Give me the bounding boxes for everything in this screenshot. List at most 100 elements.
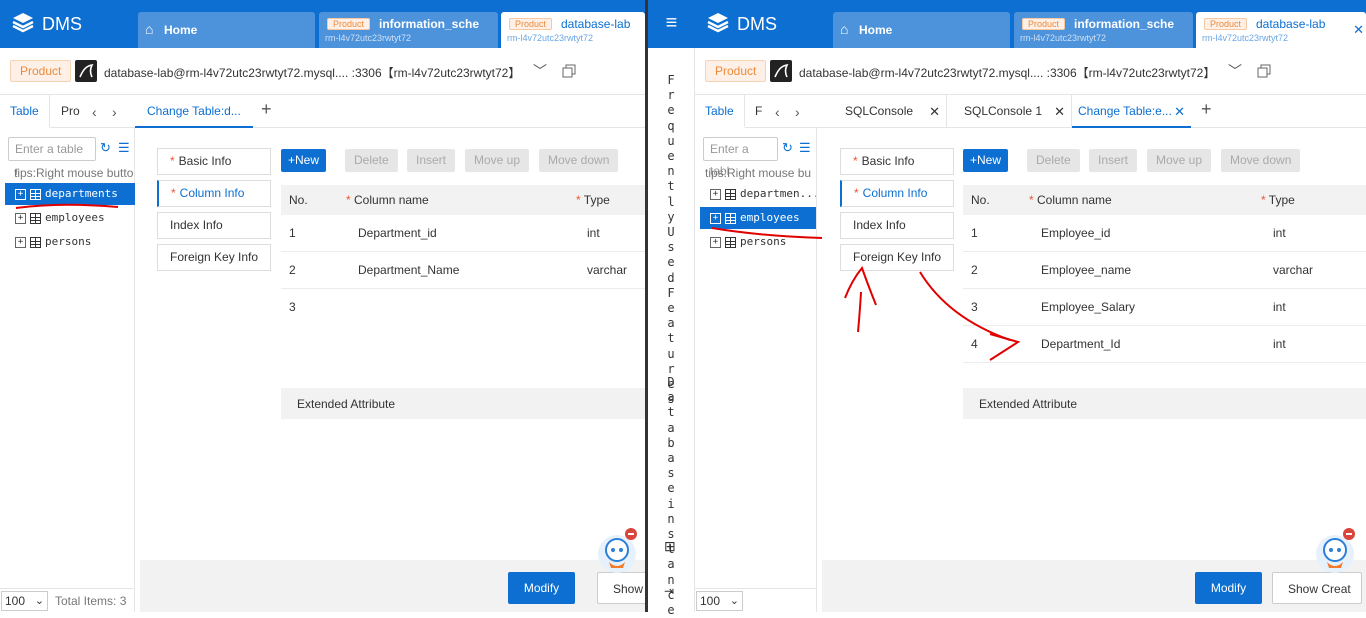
cell-column-name[interactable]: Department_Id bbox=[1041, 337, 1120, 351]
insert-button[interactable]: Insert bbox=[1089, 149, 1138, 172]
tree-node-employees[interactable]: + employees bbox=[5, 207, 135, 229]
chevron-right-icon[interactable]: › bbox=[112, 104, 117, 120]
close-icon[interactable]: ✕ bbox=[929, 95, 940, 128]
cell-type[interactable]: int bbox=[1273, 300, 1286, 314]
tab-information-schema[interactable]: Product information_sche rm-l4v72utc23rw… bbox=[319, 12, 498, 48]
cell-type[interactable]: int bbox=[587, 226, 600, 240]
menu-foreign-key-info[interactable]: Foreign Key Info bbox=[840, 244, 954, 271]
assistant-icon[interactable] bbox=[1313, 528, 1361, 576]
tree-node-departments[interactable]: + departmen... bbox=[700, 183, 816, 205]
add-icon[interactable]: + bbox=[261, 99, 272, 120]
tab-change-table[interactable]: Change Table:e... ✕ bbox=[1072, 95, 1191, 128]
menu-column-info[interactable]: * Column Info bbox=[157, 180, 271, 207]
move-down-button[interactable]: Move down bbox=[1221, 149, 1301, 172]
menu-icon[interactable]: ≡ bbox=[648, 0, 695, 48]
expand-icon[interactable]: + bbox=[710, 236, 721, 248]
chevron-right-icon[interactable]: › bbox=[795, 104, 800, 120]
menu-column-info[interactable]: * Column Info bbox=[840, 180, 954, 207]
insert-button[interactable]: Insert bbox=[407, 149, 456, 172]
tab-home[interactable]: ⌂ Home bbox=[138, 12, 315, 48]
chevron-left-icon[interactable]: ‹ bbox=[775, 104, 780, 120]
grid-icon[interactable]: ⊞ bbox=[664, 539, 678, 553]
expand-icon[interactable]: + bbox=[15, 188, 26, 200]
menu-foreign-key-info[interactable]: Foreign Key Info bbox=[157, 244, 271, 271]
instance-connection[interactable]: database-lab@rm-l4v72utc23rwtyt72.mysql.… bbox=[104, 64, 520, 81]
cell-type[interactable]: int bbox=[1273, 226, 1286, 240]
close-icon[interactable]: ✕ bbox=[1054, 95, 1065, 128]
tab-home[interactable]: ⌂ Home bbox=[833, 12, 1010, 48]
page-size-select[interactable]: 100 ⌄ bbox=[1, 591, 48, 611]
close-icon[interactable]: ✕ bbox=[1353, 22, 1364, 38]
tab-information-schema[interactable]: Product information_sche rm-l4v72utc23rw… bbox=[1014, 12, 1193, 48]
assistant-icon[interactable] bbox=[595, 528, 643, 576]
cell-type[interactable]: varchar bbox=[587, 263, 627, 277]
refresh-icon[interactable]: ↻ bbox=[100, 140, 111, 156]
show-create-button[interactable]: Show bbox=[597, 572, 645, 604]
menu-basic-info[interactable]: * Basic Info bbox=[840, 148, 954, 175]
collapse-icon[interactable]: ⇥ bbox=[664, 584, 674, 598]
cell-column-name[interactable]: Department_Name bbox=[358, 263, 459, 277]
table-search-input[interactable]: Enter a table r bbox=[8, 137, 96, 178]
expand-icon[interactable]: + bbox=[710, 212, 721, 224]
table-row[interactable]: 1 Employee_id int bbox=[963, 215, 1366, 252]
database-instance[interactable]: Database instance bbox=[664, 375, 678, 618]
tab-sqlconsole[interactable]: SQLConsole ✕ bbox=[822, 95, 947, 128]
tree-node-employees[interactable]: + employees bbox=[700, 207, 816, 229]
tree-node-departments[interactable]: + departments bbox=[5, 183, 135, 205]
menu-basic-info[interactable]: * Basic Info bbox=[157, 148, 271, 175]
menu-index-info[interactable]: Index Info bbox=[840, 212, 954, 239]
move-up-button[interactable]: Move up bbox=[465, 149, 530, 172]
dms-logo[interactable]: DMS bbox=[705, 11, 777, 37]
tab-change-table[interactable]: Change Table:d... bbox=[135, 95, 253, 128]
chevron-down-icon[interactable]: ﹀ bbox=[533, 61, 547, 81]
tab-table[interactable]: Table bbox=[695, 95, 745, 128]
tree-node-persons[interactable]: + persons bbox=[5, 231, 135, 253]
add-icon[interactable]: + bbox=[1201, 99, 1212, 120]
copy-icon[interactable] bbox=[1257, 64, 1271, 78]
page-size-select[interactable]: 100 ⌄ bbox=[696, 591, 743, 611]
tab-table[interactable]: Table bbox=[0, 95, 50, 128]
menu-index-info[interactable]: Index Info bbox=[157, 212, 271, 239]
show-create-button[interactable]: Show Creat bbox=[1272, 572, 1362, 604]
modify-button[interactable]: Modify bbox=[508, 572, 575, 604]
cell-type[interactable]: int bbox=[1273, 337, 1286, 351]
move-down-button[interactable]: Move down bbox=[539, 149, 619, 172]
table-row[interactable]: 4 Department_Id int bbox=[963, 326, 1366, 363]
tab-database-lab[interactable]: Product database-lab rm-l4v72utc23rwtyt7… bbox=[501, 12, 645, 48]
frequently-used-features[interactable]: Frequently Used Features bbox=[664, 73, 678, 407]
cell-column-name[interactable]: Employee_id bbox=[1041, 226, 1110, 240]
delete-button[interactable]: Delete bbox=[1027, 149, 1080, 172]
table-row[interactable]: 3 bbox=[281, 289, 645, 326]
extended-attribute-section[interactable]: Extended Attribute bbox=[281, 388, 645, 419]
chevron-left-icon[interactable]: ‹ bbox=[92, 104, 97, 120]
tree-node-persons[interactable]: + persons bbox=[700, 231, 816, 253]
table-row[interactable]: 3 Employee_Salary int bbox=[963, 289, 1366, 326]
move-up-button[interactable]: Move up bbox=[1147, 149, 1212, 172]
cell-column-name[interactable]: Employee_name bbox=[1041, 263, 1131, 277]
dms-logo[interactable]: DMS bbox=[10, 11, 82, 37]
cell-column-name[interactable]: Employee_Salary bbox=[1041, 300, 1135, 314]
close-icon[interactable]: ✕ bbox=[1174, 95, 1185, 126]
expand-icon[interactable]: + bbox=[15, 212, 26, 224]
tab-database-lab[interactable]: Product database-lab rm-l4v72utc23rwtyt7… bbox=[1196, 12, 1366, 48]
expand-icon[interactable]: + bbox=[15, 236, 26, 248]
chevron-down-icon[interactable]: ﹀ bbox=[1228, 61, 1242, 81]
instance-connection[interactable]: database-lab@rm-l4v72utc23rwtyt72.mysql.… bbox=[799, 64, 1215, 81]
extended-attribute-section[interactable]: Extended Attribute bbox=[963, 388, 1366, 419]
table-row[interactable]: 2 Department_Name varchar bbox=[281, 252, 645, 289]
cell-column-name[interactable]: Department_id bbox=[358, 226, 437, 240]
refresh-icon[interactable]: ↻ bbox=[782, 140, 793, 156]
new-button[interactable]: +New bbox=[281, 149, 327, 172]
copy-icon[interactable] bbox=[562, 64, 576, 78]
tab-features[interactable]: F bbox=[745, 95, 772, 128]
delete-button[interactable]: Delete bbox=[345, 149, 398, 172]
tab-programmability[interactable]: Pro bbox=[51, 95, 90, 128]
new-button[interactable]: +New bbox=[963, 149, 1009, 172]
table-row[interactable]: 1 Department_id int bbox=[281, 215, 645, 252]
cell-type[interactable]: varchar bbox=[1273, 263, 1313, 277]
list-icon[interactable]: ☰ bbox=[799, 140, 811, 156]
tab-sqlconsole-1[interactable]: SQLConsole 1 ✕ bbox=[947, 95, 1072, 128]
table-row[interactable]: 2 Employee_name varchar bbox=[963, 252, 1366, 289]
list-icon[interactable]: ☰ bbox=[118, 140, 130, 156]
table-search-input[interactable]: Enter a tabl bbox=[703, 137, 778, 178]
